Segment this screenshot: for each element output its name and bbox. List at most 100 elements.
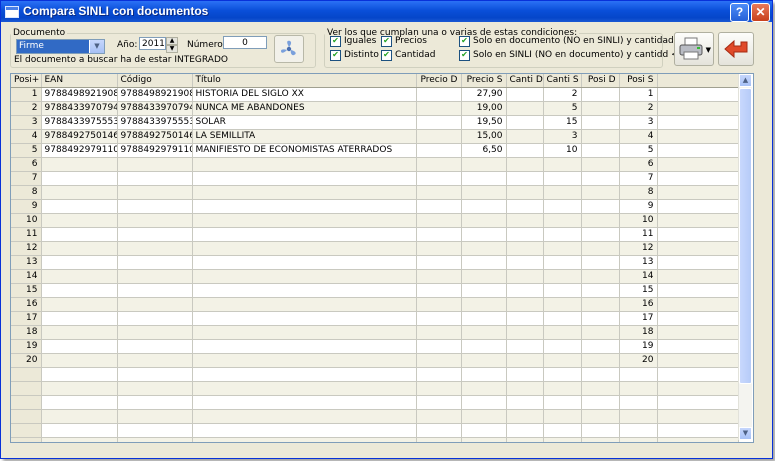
cell-ean[interactable] [41, 297, 118, 312]
table-row[interactable]: 17 17 [11, 311, 739, 326]
cell-codigo[interactable] [117, 283, 193, 298]
cell-codigo[interactable]: 9788492750146 [117, 129, 193, 144]
cell-pos[interactable]: 20 [11, 353, 42, 368]
cell-codigo[interactable] [117, 325, 193, 340]
table-row[interactable]: 14 14 [11, 269, 739, 284]
table-row[interactable] [11, 367, 739, 382]
cell-canti-s[interactable] [543, 199, 582, 214]
cell-pos[interactable]: 11 [11, 227, 42, 242]
cell-canti-s[interactable]: 15 [543, 115, 582, 130]
cell-canti-d[interactable] [506, 143, 544, 158]
cell-posi-s[interactable]: 5 [619, 143, 658, 158]
cell-canti-s[interactable] [543, 409, 582, 424]
cell-precio-s[interactable] [461, 325, 507, 340]
cell-posi-d[interactable] [581, 437, 620, 442]
cell-posi-d[interactable] [581, 213, 620, 228]
cell-canti-s[interactable]: 2 [543, 87, 582, 102]
cell-codigo[interactable] [117, 381, 193, 396]
cell-pos[interactable]: 13 [11, 255, 42, 270]
cell-titulo[interactable]: HISTORIA DEL SIGLO XX [192, 87, 417, 102]
cell-canti-d[interactable] [506, 381, 544, 396]
cell-precio-s[interactable] [461, 171, 507, 186]
col-codigo[interactable]: Código [117, 74, 193, 88]
cell-posi-s[interactable]: 14 [619, 269, 658, 284]
cell-codigo[interactable] [117, 157, 193, 172]
cell-codigo[interactable] [117, 213, 193, 228]
cell-ean[interactable] [41, 255, 118, 270]
cell-codigo[interactable] [117, 409, 193, 424]
vertical-scrollbar[interactable]: ▲ ▼ [738, 74, 752, 440]
col-precio-s[interactable]: Precio S [461, 74, 507, 88]
table-row[interactable] [11, 395, 739, 410]
table-row[interactable]: 3 9788433975553 9788433975553 SOLAR 19,50 15 3 [11, 115, 739, 130]
print-button[interactable]: ▼ [674, 32, 714, 66]
cell-precio-d[interactable] [416, 311, 462, 326]
cell-titulo[interactable]: NUNCA ME ABANDONES [192, 101, 417, 116]
cell-pos[interactable] [11, 423, 42, 438]
cell-posi-d[interactable] [581, 325, 620, 340]
cell-canti-s[interactable] [543, 185, 582, 200]
table-row[interactable]: 19 19 [11, 339, 739, 354]
cell-pos[interactable]: 8 [11, 185, 42, 200]
cell-precio-s[interactable]: 15,00 [461, 129, 507, 144]
cell-posi-d[interactable] [581, 255, 620, 270]
cell-canti-d[interactable] [506, 283, 544, 298]
cell-codigo[interactable] [117, 311, 193, 326]
cell-titulo[interactable] [192, 297, 417, 312]
cell-codigo[interactable] [117, 367, 193, 382]
cell-canti-s[interactable] [543, 353, 582, 368]
col-canti-s[interactable]: Canti S [543, 74, 582, 88]
cell-precio-s[interactable] [461, 339, 507, 354]
cell-canti-s[interactable] [543, 227, 582, 242]
numero-field[interactable]: 0 [223, 36, 267, 49]
cell-pos[interactable]: 19 [11, 339, 42, 354]
table-row[interactable]: 11 11 [11, 227, 739, 242]
cell-canti-s[interactable] [543, 437, 582, 442]
table-row[interactable] [11, 437, 739, 442]
cell-precio-s[interactable]: 19,50 [461, 115, 507, 130]
cell-precio-d[interactable] [416, 143, 462, 158]
cell-canti-d[interactable] [506, 353, 544, 368]
scroll-down-icon[interactable]: ▼ [739, 427, 752, 440]
cell-canti-d[interactable] [506, 325, 544, 340]
cell-ean[interactable] [41, 325, 118, 340]
solo-sinli-checkbox[interactable]: ✔ [459, 50, 470, 61]
cell-precio-s[interactable] [461, 367, 507, 382]
cell-canti-d[interactable] [506, 213, 544, 228]
cell-precio-s[interactable] [461, 381, 507, 396]
col-ean[interactable]: EAN [41, 74, 118, 88]
cell-codigo[interactable] [117, 199, 193, 214]
cell-posi-d[interactable] [581, 171, 620, 186]
cell-ean[interactable] [41, 283, 118, 298]
table-row[interactable]: 10 10 [11, 213, 739, 228]
cell-precio-d[interactable] [416, 353, 462, 368]
cell-precio-s[interactable]: 6,50 [461, 143, 507, 158]
print-dropdown-icon[interactable]: ▼ [706, 46, 711, 54]
cell-titulo[interactable] [192, 269, 417, 284]
cell-posi-d[interactable] [581, 227, 620, 242]
cell-precio-d[interactable] [416, 241, 462, 256]
cell-ean[interactable] [41, 423, 118, 438]
cell-canti-s[interactable]: 10 [543, 143, 582, 158]
cell-codigo[interactable] [117, 423, 193, 438]
cell-pos[interactable] [11, 381, 42, 396]
chevron-down-icon[interactable]: ▼ [90, 40, 104, 53]
table-row[interactable]: 77 [11, 171, 739, 186]
cell-precio-d[interactable] [416, 185, 462, 200]
cell-precio-s[interactable] [461, 395, 507, 410]
table-row[interactable] [11, 423, 739, 438]
cell-canti-s[interactable] [543, 367, 582, 382]
cell-posi-s[interactable]: 6 [619, 157, 658, 172]
cell-posi-s[interactable] [619, 409, 658, 424]
cell-pos[interactable] [11, 367, 42, 382]
scroll-up-icon[interactable]: ▲ [739, 74, 752, 87]
cell-precio-s[interactable] [461, 423, 507, 438]
cell-precio-d[interactable] [416, 437, 462, 442]
cell-canti-d[interactable] [506, 269, 544, 284]
cell-ean[interactable] [41, 227, 118, 242]
cell-titulo[interactable]: SOLAR [192, 115, 417, 130]
cell-posi-s[interactable]: 9 [619, 199, 658, 214]
cell-pos[interactable]: 12 [11, 241, 42, 256]
col-precio-d[interactable]: Precio D [416, 74, 462, 88]
cell-canti-d[interactable] [506, 339, 544, 354]
